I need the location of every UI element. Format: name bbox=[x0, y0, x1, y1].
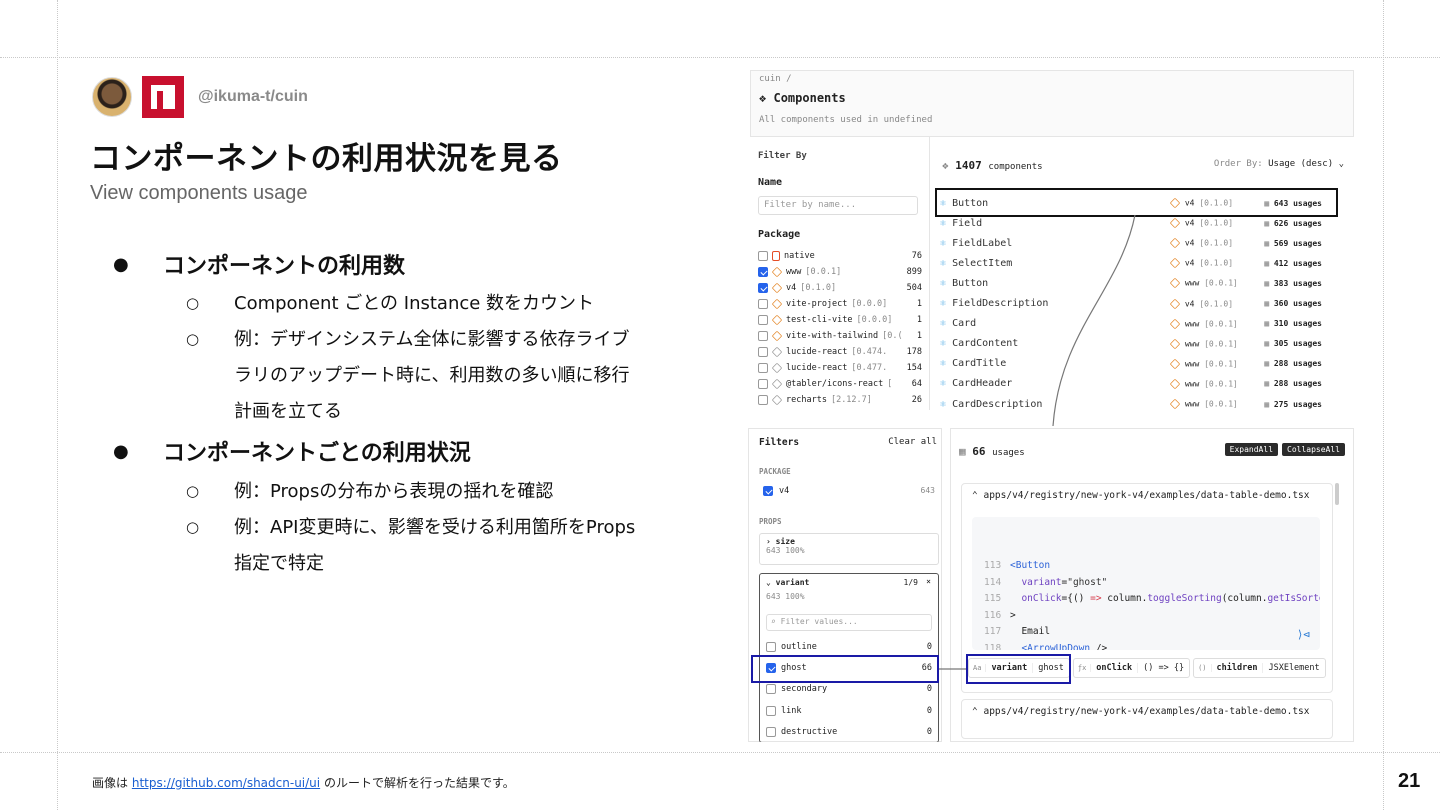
avatar bbox=[92, 77, 132, 117]
guide-line-left bbox=[57, 0, 58, 810]
npm-logo-icon bbox=[142, 76, 184, 118]
sub-bullet-line: 計画を立てる bbox=[234, 401, 342, 422]
bullet-marker: ● bbox=[113, 440, 129, 462]
sub-bullet-marker: ○ bbox=[186, 518, 200, 536]
app-screenshot: cuin / ❖ Components All components used … bbox=[720, 70, 1360, 742]
footer-note: 画像は https://github.com/shadcn-ui/ui のルート… bbox=[92, 776, 515, 790]
connector-lines bbox=[939, 214, 1136, 670]
guide-line-bottom bbox=[0, 752, 1440, 753]
sub-bullet-marker: ○ bbox=[186, 330, 200, 348]
guide-line-top bbox=[0, 57, 1440, 58]
sub-bullet-line: 例：API変更時に、影響を受ける利用箇所をProps bbox=[234, 517, 636, 538]
bullet-marker: ● bbox=[113, 253, 129, 275]
bullet-text: コンポーネントの利用数 bbox=[163, 254, 406, 279]
sub-bullet-line: 例：Propsの分布から表現の揺れを確認 bbox=[234, 481, 554, 502]
slide-subtitle: View components usage bbox=[90, 182, 308, 204]
slide-title: コンポーネントの利用状況を見る bbox=[90, 141, 563, 177]
guide-line-right bbox=[1383, 0, 1384, 810]
author-handle: @ikuma-t/cuin bbox=[198, 88, 308, 105]
sub-bullet-line: Component ごとの Instance 数をカウント bbox=[234, 293, 595, 314]
sub-bullet-marker: ○ bbox=[186, 294, 200, 312]
sub-bullet-marker: ○ bbox=[186, 482, 200, 500]
sub-bullet-line: ラリのアップデート時に、利用数の多い順に移行 bbox=[234, 365, 630, 386]
sub-bullet-line: 指定で特定 bbox=[234, 553, 324, 574]
bullet-text: コンポーネントごとの利用状況 bbox=[163, 441, 471, 466]
connector-line-top bbox=[1052, 214, 1136, 427]
bullet-1: ● コンポーネントの利用数 bbox=[113, 248, 406, 280]
repo-link[interactable]: https://github.com/shadcn-ui/ui bbox=[132, 776, 320, 790]
bullet-2: ● コンポーネントごとの利用状況 bbox=[113, 435, 471, 467]
sub-bullet-line: 例：デザインシステム全体に影響する依存ライブ bbox=[234, 329, 630, 350]
slide-header: @ikuma-t/cuin bbox=[92, 76, 308, 118]
page-number: 21 bbox=[1398, 770, 1421, 792]
